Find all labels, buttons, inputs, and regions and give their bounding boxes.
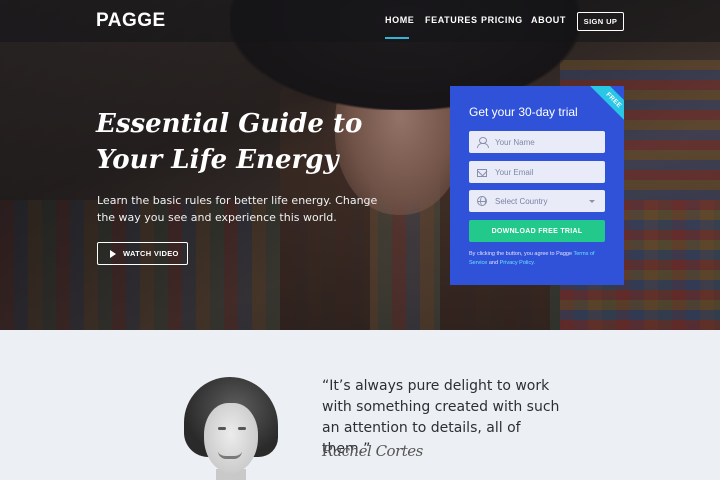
- top-navbar: PAGGE HOME FEATURES PRICING ABOUT SIGN U…: [0, 0, 720, 42]
- email-field[interactable]: [469, 161, 605, 183]
- hero-section: PAGGE HOME FEATURES PRICING ABOUT SIGN U…: [0, 0, 720, 330]
- user-icon: [477, 137, 489, 148]
- portrait-eye-right: [238, 427, 246, 430]
- free-ribbon: FREE: [583, 86, 624, 131]
- hero-headline-line2: Your Life Energy: [96, 145, 339, 175]
- testimonial-signature: Rachel Cortes: [322, 442, 423, 460]
- country-select-value: Select Country: [495, 196, 548, 206]
- nav-active-indicator: [385, 37, 409, 39]
- hero-headline: Essential Guide to Your Life Energy: [96, 106, 396, 178]
- watch-video-button[interactable]: WATCH VIDEO: [97, 242, 188, 265]
- hero-subtext: Learn the basic rules for better life en…: [97, 194, 378, 224]
- nav-link-home[interactable]: HOME: [385, 15, 414, 25]
- hero-headline-line1: Essential Guide to: [96, 109, 363, 139]
- trial-signup-card: FREE Get your 30-day trial Select Countr…: [450, 86, 624, 285]
- terms-prefix: By clicking the button, you agree to Pag…: [469, 251, 573, 257]
- card-title: Get your 30-day trial: [469, 105, 578, 119]
- name-input[interactable]: [495, 137, 595, 147]
- logo[interactable]: PAGGE: [96, 10, 166, 32]
- play-icon: [110, 249, 116, 258]
- watch-video-label: WATCH VIDEO: [123, 249, 179, 258]
- terms-and: and: [488, 259, 499, 266]
- country-select[interactable]: Select Country: [469, 190, 605, 212]
- nav-link-pricing[interactable]: PRICING: [481, 15, 523, 25]
- signup-button[interactable]: SIGN UP: [577, 12, 624, 31]
- portrait-eye-left: [218, 427, 226, 430]
- globe-icon: [477, 196, 487, 206]
- terms-text: By clicking the button, you agree to Pag…: [469, 250, 609, 267]
- name-field[interactable]: [469, 131, 605, 153]
- privacy-policy-link[interactable]: Privacy Policy.: [500, 260, 535, 266]
- download-free-trial-button[interactable]: DOWNLOAD FREE TRIAL: [469, 220, 605, 242]
- portrait-face: [204, 403, 258, 473]
- email-input[interactable]: [495, 167, 595, 177]
- envelope-icon: [477, 168, 487, 177]
- testimonial-portrait: [176, 377, 288, 480]
- nav-link-about[interactable]: ABOUT: [531, 15, 566, 25]
- nav-link-features[interactable]: FEATURES: [425, 15, 478, 25]
- chevron-down-icon: [589, 200, 595, 203]
